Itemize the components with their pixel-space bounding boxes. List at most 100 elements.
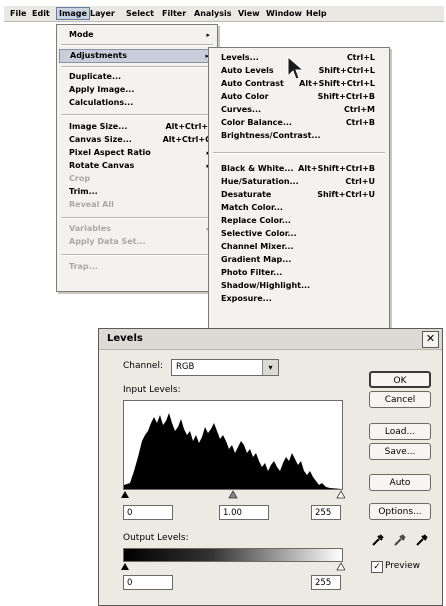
output-black-field[interactable]: 0 bbox=[123, 575, 173, 590]
menu-item-duplicate[interactable]: Duplicate... bbox=[59, 71, 215, 83]
menu-item-curves[interactable]: Curves... Ctrl+M bbox=[211, 104, 387, 116]
options-button[interactable]: Options... bbox=[369, 503, 431, 520]
menu-item-calculations[interactable]: Calculations... bbox=[59, 97, 215, 109]
menu-item-label: Rotate Canvas bbox=[69, 161, 135, 170]
menu-edit[interactable]: Edit bbox=[30, 8, 52, 19]
input-black-slider-handle[interactable] bbox=[121, 491, 129, 498]
menu-item-black-white[interactable]: Black & White... Alt+Shift+Ctrl+B bbox=[211, 163, 387, 175]
menu-item-label: Canvas Size... bbox=[69, 135, 132, 144]
menu-item-canvas-size[interactable]: Canvas Size... Alt+Ctrl+C bbox=[59, 134, 215, 146]
submenu-arrow-icon: ▸ bbox=[206, 31, 210, 39]
menu-separator bbox=[61, 254, 213, 256]
gray-eyedropper-icon[interactable] bbox=[393, 533, 407, 547]
menu-item-auto-color[interactable]: Auto Color Shift+Ctrl+B bbox=[211, 91, 387, 103]
menu-item-label: Auto Color bbox=[221, 92, 269, 101]
preview-label: Preview bbox=[385, 561, 421, 571]
auto-button[interactable]: Auto bbox=[369, 474, 431, 491]
menu-item-apply-image[interactable]: Apply Image... bbox=[59, 84, 215, 96]
output-white-slider-handle[interactable] bbox=[336, 562, 345, 571]
channel-select[interactable]: RGB ▾ bbox=[171, 359, 279, 376]
menu-item-label: Photo Filter... bbox=[221, 268, 283, 277]
menu-view[interactable]: View bbox=[236, 8, 262, 19]
menu-item-label: Pixel Aspect Ratio bbox=[69, 148, 151, 157]
menu-item-label: Replace Color... bbox=[221, 216, 291, 225]
menu-item-brightness-contrast[interactable]: Brightness/Contrast... bbox=[211, 130, 387, 142]
menu-item-label: Reveal All bbox=[69, 200, 114, 209]
menu-item-exposure[interactable]: Exposure... bbox=[211, 293, 387, 305]
input-white-field[interactable]: 255 bbox=[311, 505, 341, 520]
shortcut-text: Alt+Shift+Ctrl+L bbox=[299, 79, 375, 88]
menu-select[interactable]: Select bbox=[124, 8, 156, 19]
preview-checkbox[interactable]: ✓ bbox=[371, 561, 383, 573]
output-levels-slider[interactable] bbox=[121, 561, 345, 571]
menu-bar: File Edit Image Layer Select Filter Anal… bbox=[4, 6, 444, 22]
input-white-slider-handle[interactable] bbox=[336, 490, 345, 499]
menu-item-trap: Trap... bbox=[59, 261, 215, 273]
input-black-field[interactable]: 0 bbox=[123, 505, 173, 520]
shortcut-text: Shift+Ctrl+L bbox=[318, 66, 375, 75]
input-gamma-slider-handle[interactable] bbox=[228, 490, 238, 499]
menu-item-label: Selective Color... bbox=[221, 229, 297, 238]
close-icon[interactable]: ✕ bbox=[422, 331, 439, 348]
menu-item-mode[interactable]: Mode ▸ bbox=[59, 29, 215, 41]
shortcut-text: Shift+Ctrl+B bbox=[317, 92, 375, 101]
ok-button[interactable]: OK bbox=[369, 371, 431, 388]
menu-item-label: Channel Mixer... bbox=[221, 242, 294, 251]
black-eyedropper-icon[interactable] bbox=[371, 533, 385, 547]
menu-item-replace-color[interactable]: Replace Color... bbox=[211, 215, 387, 227]
menu-item-label: Levels... bbox=[221, 53, 259, 62]
menu-item-match-color[interactable]: Match Color... bbox=[211, 202, 387, 214]
menu-item-label: Apply Data Set... bbox=[69, 237, 146, 246]
menu-item-label: Auto Levels bbox=[221, 66, 274, 75]
shortcut-text: Shift+Ctrl+U bbox=[317, 190, 375, 199]
menu-separator bbox=[61, 217, 213, 219]
menu-item-channel-mixer[interactable]: Channel Mixer... bbox=[211, 241, 387, 253]
menu-item-pixel-aspect-ratio[interactable]: Pixel Aspect Ratio ▸ bbox=[59, 147, 215, 159]
shortcut-text: Ctrl+U bbox=[345, 177, 375, 186]
menu-item-label: Hue/Saturation... bbox=[221, 177, 299, 186]
menu-item-label: Crop bbox=[69, 174, 91, 183]
menu-image[interactable]: Image bbox=[56, 7, 90, 20]
menu-separator bbox=[61, 114, 213, 116]
shortcut-text: Ctrl+M bbox=[343, 105, 375, 114]
menu-item-rotate-canvas[interactable]: Rotate Canvas ▸ bbox=[59, 160, 215, 172]
load-button[interactable]: Load... bbox=[369, 423, 431, 440]
menu-item-hue-saturation[interactable]: Hue/Saturation... Ctrl+U bbox=[211, 176, 387, 188]
output-levels-label: Output Levels: bbox=[123, 533, 189, 543]
dialog-titlebar[interactable]: Levels ✕ bbox=[99, 329, 442, 350]
menu-item-color-balance[interactable]: Color Balance... Ctrl+B bbox=[211, 117, 387, 129]
input-levels-slider[interactable] bbox=[121, 489, 345, 499]
cancel-button[interactable]: Cancel bbox=[369, 391, 431, 408]
image-menu: Mode ▸ Adjustments ▸ Duplicate... Apply … bbox=[56, 24, 218, 292]
menu-window[interactable]: Window bbox=[264, 8, 304, 19]
chevron-down-icon: ▾ bbox=[262, 360, 278, 375]
menu-filter[interactable]: Filter bbox=[160, 8, 188, 19]
menu-item-label: Variables bbox=[69, 224, 111, 233]
menu-item-selective-color[interactable]: Selective Color... bbox=[211, 228, 387, 240]
menu-item-photo-filter[interactable]: Photo Filter... bbox=[211, 267, 387, 279]
menu-file[interactable]: File bbox=[8, 8, 28, 19]
white-eyedropper-icon[interactable] bbox=[415, 533, 429, 547]
input-levels-label: Input Levels: bbox=[123, 385, 181, 395]
menu-item-gradient-map[interactable]: Gradient Map... bbox=[211, 254, 387, 266]
menu-analysis[interactable]: Analysis bbox=[192, 8, 234, 19]
shortcut-text: Ctrl+L bbox=[346, 53, 375, 62]
menu-item-shadow-highlight[interactable]: Shadow/Highlight... bbox=[211, 280, 387, 292]
input-gamma-field[interactable]: 1.00 bbox=[219, 505, 269, 520]
menu-item-label: Color Balance... bbox=[221, 118, 292, 127]
menu-layer[interactable]: Layer bbox=[88, 8, 117, 19]
levels-dialog: Levels ✕ Channel: RGB ▾ Input Levels: 0 … bbox=[98, 328, 443, 606]
menu-item-label: Duplicate... bbox=[69, 72, 122, 81]
menu-separator bbox=[213, 152, 385, 154]
menu-item-desaturate[interactable]: Desaturate Shift+Ctrl+U bbox=[211, 189, 387, 201]
menu-item-label: Gradient Map... bbox=[221, 255, 292, 264]
menu-item-label: Mode bbox=[69, 30, 94, 39]
menu-help[interactable]: Help bbox=[304, 8, 329, 19]
menu-item-trim[interactable]: Trim... bbox=[59, 186, 215, 198]
menu-item-adjustments[interactable]: Adjustments ▸ bbox=[59, 49, 215, 63]
save-button[interactable]: Save... bbox=[369, 443, 431, 460]
menu-separator bbox=[61, 66, 213, 68]
menu-item-image-size[interactable]: Image Size... Alt+Ctrl+I bbox=[59, 121, 215, 133]
output-black-slider-handle[interactable] bbox=[121, 563, 129, 570]
output-white-field[interactable]: 255 bbox=[311, 575, 341, 590]
